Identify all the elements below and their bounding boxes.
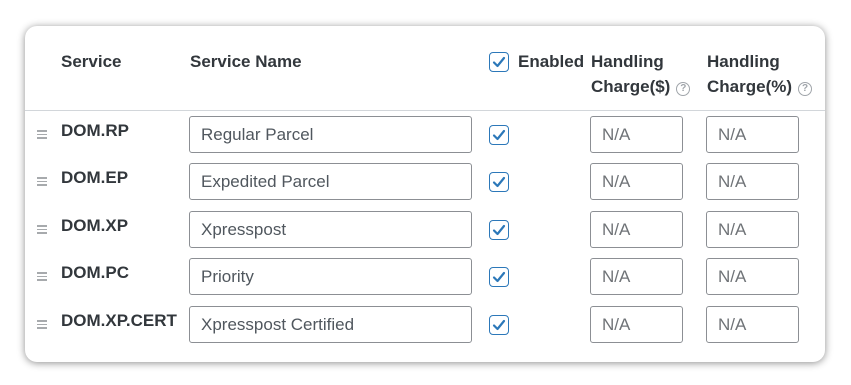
service-name-input[interactable]	[189, 258, 472, 295]
table-row: DOM.XP.CERT	[25, 306, 825, 353]
checkmark-icon	[492, 56, 506, 68]
drag-handle-icon[interactable]	[37, 320, 47, 331]
checkmark-icon	[492, 176, 506, 188]
service-code: DOM.RP	[61, 121, 129, 140]
table-header: Service Service Name Enabled Handling Ch…	[25, 26, 825, 111]
help-circle-icon[interactable]: ?	[676, 82, 691, 96]
handling-charge-dollar-input[interactable]	[590, 211, 683, 248]
service-code: DOM.PC	[61, 263, 129, 282]
enabled-checkbox[interactable]	[489, 172, 509, 192]
drag-handle-icon[interactable]	[37, 130, 47, 141]
handling-charge-dollar-input[interactable]	[590, 258, 683, 295]
handling-charge-dollar-input[interactable]	[590, 116, 683, 153]
checkmark-icon	[492, 271, 506, 283]
table-row: DOM.PC	[25, 258, 825, 305]
enable-all-checkbox[interactable]	[489, 52, 509, 72]
service-code: DOM.EP	[61, 168, 129, 187]
header-enabled: Enabled	[489, 49, 584, 74]
enabled-checkbox[interactable]	[489, 125, 509, 145]
service-name-input[interactable]	[189, 306, 472, 343]
drag-handle-icon[interactable]	[37, 225, 47, 236]
header-service: Service	[61, 52, 122, 71]
enabled-checkbox[interactable]	[489, 267, 509, 287]
handling-charge-dollar-input[interactable]	[590, 163, 683, 200]
header-service-name: Service Name	[190, 52, 302, 71]
checkmark-icon	[492, 319, 506, 331]
handling-charge-percent-input[interactable]	[706, 163, 799, 200]
enabled-checkbox[interactable]	[489, 315, 509, 335]
checkmark-icon	[492, 129, 506, 141]
table-row: DOM.XP	[25, 211, 825, 258]
handling-charge-percent-input[interactable]	[706, 306, 799, 343]
handling-charge-dollar-input[interactable]	[590, 306, 683, 343]
service-name-input[interactable]	[189, 116, 472, 153]
header-enabled-label: Enabled	[518, 52, 585, 71]
handling-charge-percent-input[interactable]	[706, 258, 799, 295]
drag-handle-icon[interactable]	[37, 177, 47, 188]
service-name-input[interactable]	[189, 211, 472, 248]
handling-charge-percent-input[interactable]	[706, 116, 799, 153]
services-table-card: Service Service Name Enabled Handling Ch…	[25, 26, 825, 362]
header-handling-charge-percent: Handling Charge(%)?	[707, 49, 813, 99]
handling-charge-percent-input[interactable]	[706, 211, 799, 248]
service-code: DOM.XP.CERT	[61, 311, 177, 330]
checkmark-icon	[492, 224, 506, 236]
enabled-checkbox[interactable]	[489, 220, 509, 240]
service-name-input[interactable]	[189, 163, 472, 200]
table-row: DOM.RP	[25, 116, 825, 163]
help-circle-icon[interactable]: ?	[798, 82, 813, 96]
drag-handle-icon[interactable]	[37, 272, 47, 283]
table-row: DOM.EP	[25, 163, 825, 210]
service-code: DOM.XP	[61, 216, 129, 235]
header-handling-charge-dollar: Handling Charge($)?	[591, 49, 691, 99]
